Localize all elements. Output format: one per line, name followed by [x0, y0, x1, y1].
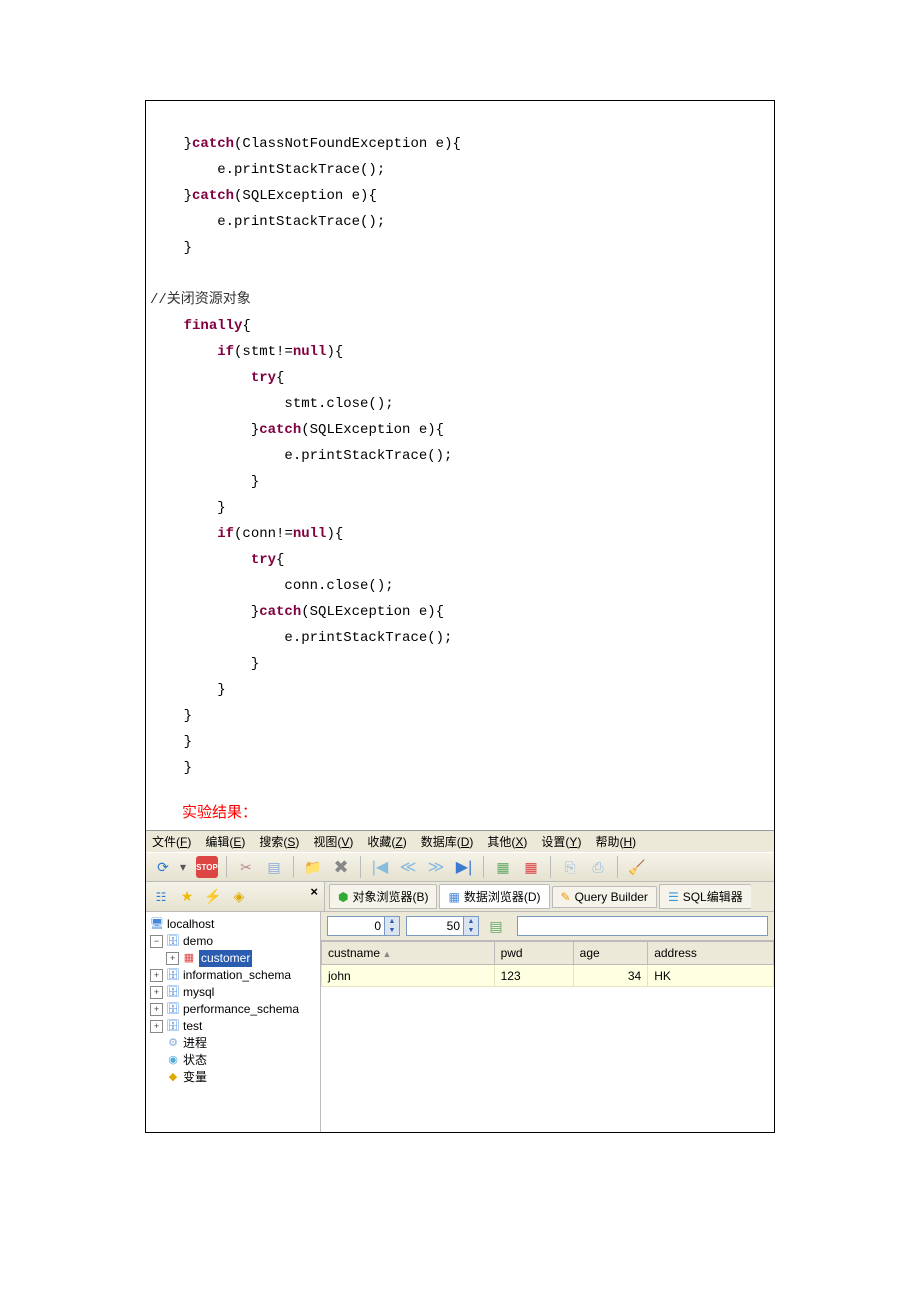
spin-down-icon[interactable]: ▼ — [464, 926, 478, 935]
copy-icon[interactable]: ⎘ — [559, 856, 581, 878]
clear-icon[interactable]: 🧹 — [626, 856, 648, 878]
var-icon: ◆ — [166, 1071, 180, 1085]
menu-other[interactable]: 其他(X) — [487, 833, 527, 850]
tree-vars[interactable]: 变量 — [183, 1069, 207, 1086]
result-label: 实验结果： — [182, 801, 774, 822]
expand-icon[interactable]: + — [150, 986, 163, 999]
prev-icon[interactable]: ≪ — [397, 856, 419, 878]
first-icon[interactable]: |◀ — [369, 856, 391, 878]
collapse-icon[interactable]: − — [150, 935, 163, 948]
menu-settings[interactable]: 设置(Y) — [541, 833, 581, 850]
tab-object-browser[interactable]: ⬢对象浏览器(B) — [329, 884, 437, 909]
db-icon: 🗄 — [166, 986, 180, 1000]
tabbar: ⬢对象浏览器(B) ▦数据浏览器(D) ✎Query Builder ☰SQL编… — [325, 882, 774, 911]
col-custname[interactable]: custname — [322, 942, 495, 965]
tree-test[interactable]: test — [183, 1018, 202, 1035]
box-icon[interactable]: ◈ — [228, 886, 250, 908]
tree-demo[interactable]: demo — [183, 933, 213, 950]
server-icon: 🖥 — [150, 918, 164, 932]
data-grid-panel: ▲▼ ▲▼ ▤ custname pwd age address john 12… — [321, 912, 774, 1132]
doc-icon[interactable]: ▤ — [263, 856, 285, 878]
spin-up-icon[interactable]: ▲ — [385, 917, 399, 926]
refresh-icon[interactable]: ⟳ — [152, 856, 174, 878]
tab-query-builder[interactable]: ✎Query Builder — [552, 886, 657, 908]
cell-pwd[interactable]: 123 — [494, 965, 573, 987]
menu-search[interactable]: 搜索(S) — [259, 833, 299, 850]
last-icon[interactable]: ▶| — [453, 856, 475, 878]
remove-icon[interactable]: ▦ — [520, 856, 542, 878]
table-icon: ▦ — [182, 952, 196, 966]
cell-address[interactable]: HK — [648, 965, 774, 987]
limit-input[interactable] — [407, 919, 463, 933]
tab-sql-editor[interactable]: ☰SQL编辑器 — [659, 884, 751, 909]
tab-data-browser[interactable]: ▦数据浏览器(D) — [439, 884, 549, 909]
star-icon[interactable]: ★ — [176, 886, 198, 908]
db-tree[interactable]: 🖥localhost −🗄demo +▦customer +🗄informati… — [146, 912, 321, 1132]
tree-status[interactable]: 状态 — [183, 1052, 207, 1069]
offset-spinner[interactable]: ▲▼ — [327, 916, 400, 936]
menu-fav[interactable]: 收藏(Z) — [367, 833, 406, 850]
process-icon: ⚙ — [166, 1037, 180, 1051]
next-icon[interactable]: ≫ — [425, 856, 447, 878]
db-icon: 🗄 — [166, 969, 180, 983]
filter-icon[interactable]: ▤ — [485, 915, 507, 937]
toolbar: ⟳ ▾ STOP ✂ ▤ 📁 ✖ |◀ ≪ ≫ ▶| ▦ ▦ ⎘ ⎙ 🧹 — [146, 852, 774, 882]
expand-icon[interactable]: + — [166, 952, 179, 965]
add-icon[interactable]: ▦ — [492, 856, 514, 878]
tree-localhost[interactable]: localhost — [167, 916, 214, 933]
menu-file[interactable]: 文件(F) — [152, 833, 191, 850]
cell-custname[interactable]: john — [322, 965, 495, 987]
menu-db[interactable]: 数据库(D) — [421, 833, 474, 850]
close-icon[interactable]: × — [310, 884, 318, 899]
left-toolbar: ☷ ★ ⚡ ◈ × — [146, 882, 325, 911]
code-block: }catch(ClassNotFoundException e){ e.prin… — [146, 131, 774, 781]
col-age[interactable]: age — [573, 942, 648, 965]
db-icon: 🗄 — [166, 935, 180, 949]
limit-spinner[interactable]: ▲▼ — [406, 916, 479, 936]
tree-mysql[interactable]: mysql — [183, 984, 214, 1001]
cell-age[interactable]: 34 — [573, 965, 648, 987]
db-icon: 🗄 — [166, 1020, 180, 1034]
tree-process[interactable]: 进程 — [183, 1035, 207, 1052]
folder-icon[interactable]: 📁 — [302, 856, 324, 878]
expand-icon[interactable]: + — [150, 969, 163, 982]
dropdown-icon[interactable]: ▾ — [180, 860, 190, 874]
menu-view[interactable]: 视图(V) — [313, 833, 353, 850]
tree-perfschema[interactable]: performance_schema — [183, 1001, 299, 1018]
data-table[interactable]: custname pwd age address john 123 34 HK — [321, 941, 774, 987]
offset-input[interactable] — [328, 919, 384, 933]
menu-help[interactable]: 帮助(H) — [595, 833, 636, 850]
tree-infoschema[interactable]: information_schema — [183, 967, 291, 984]
cut-icon[interactable]: ✂ — [235, 856, 257, 878]
menu-edit[interactable]: 编辑(E) — [205, 833, 245, 850]
db-icon: 🗄 — [166, 1003, 180, 1017]
col-pwd[interactable]: pwd — [494, 942, 573, 965]
expand-icon[interactable]: + — [150, 1003, 163, 1016]
delete-icon[interactable]: ✖ — [330, 856, 352, 878]
spin-down-icon[interactable]: ▼ — [385, 926, 399, 935]
menubar: 文件(F) 编辑(E) 搜索(S) 视图(V) 收藏(Z) 数据库(D) 其他(… — [146, 831, 774, 852]
col-address[interactable]: address — [648, 942, 774, 965]
tree-icon[interactable]: ☷ — [150, 886, 172, 908]
db-app: 文件(F) 编辑(E) 搜索(S) 视图(V) 收藏(Z) 数据库(D) 其他(… — [146, 830, 774, 1132]
expand-icon[interactable]: + — [150, 1020, 163, 1033]
track-icon[interactable]: ⚡ — [202, 886, 224, 908]
status-icon: ◉ — [166, 1054, 180, 1068]
tree-customer[interactable]: customer — [199, 950, 252, 967]
spin-up-icon[interactable]: ▲ — [464, 917, 478, 926]
paste-icon[interactable]: ⎙ — [587, 856, 609, 878]
stop-icon[interactable]: STOP — [196, 856, 218, 878]
table-row[interactable]: john 123 34 HK — [322, 965, 774, 987]
filter-field[interactable] — [517, 916, 768, 936]
